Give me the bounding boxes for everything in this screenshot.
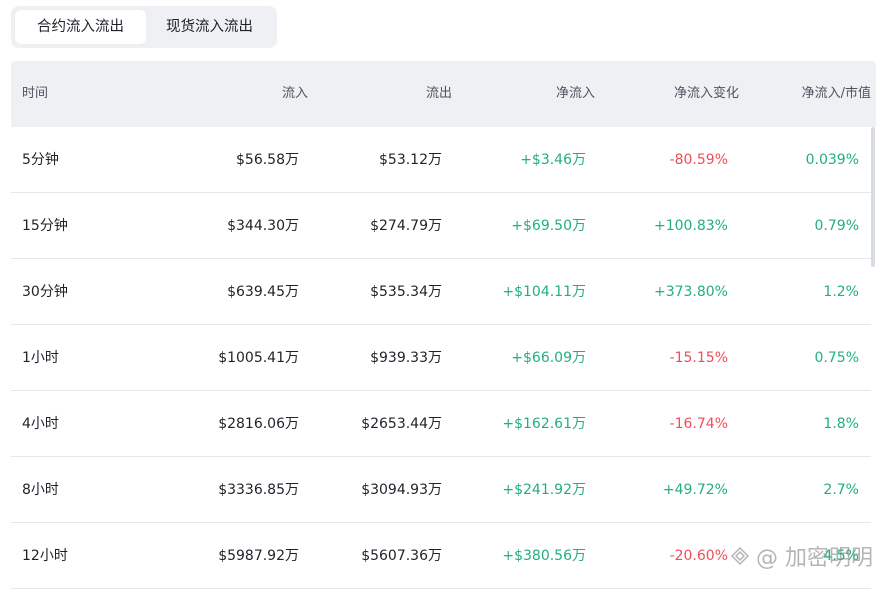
- flow-table: 时间 流入 流出 净流入 净流入变化 净流入/市值 5分钟 $56.58万 $53.…: [11, 61, 876, 589]
- table-row: 8小时 $3336.85万 $3094.93万 +$241.92万 +49.72% 2.7…: [11, 457, 871, 523]
- flow-type-tabs: 合约流入流出 现货流入流出: [11, 6, 277, 48]
- tab-spot-flow[interactable]: 现货流入流出: [146, 10, 273, 44]
- net-market-cap-cell: 0.79%: [814, 218, 859, 234]
- header-net-market-cap: 净流入/市值: [801, 86, 871, 101]
- watermark: @ 加密明明: [730, 540, 873, 572]
- net-market-cap-cell: 0.039%: [805, 152, 859, 168]
- net-market-cap-cell: 1.8%: [823, 416, 859, 432]
- table-row: 30分钟 $639.45万 $535.34万 +$104.11万 +373.80% 1.2…: [11, 259, 871, 325]
- net-market-cap-cell: 2.7%: [823, 482, 859, 498]
- table-header: 时间 流入 流出 净流入 净流入变化 净流入/市值: [11, 61, 876, 127]
- scrollbar[interactable]: [871, 127, 875, 267]
- table-row: 4小时 $2816.06万 $2653.44万 +$162.61万 -16.74% 1.8…: [11, 391, 871, 457]
- watermark-text: @ 加密明明: [756, 546, 873, 571]
- table-row: 15分钟 $344.30万 $274.79万 +$69.50万 +100.83% 0.79…: [11, 193, 871, 259]
- diamond-logo-icon: [730, 546, 750, 566]
- table-row: 1小时 $1005.41万 $939.33万 +$66.09万 -15.15% 0.75%: [11, 325, 871, 391]
- tab-contract-flow[interactable]: 合约流入流出: [15, 10, 146, 44]
- net-market-cap-cell: 0.75%: [814, 350, 859, 366]
- net-market-cap-cell: 1.2%: [823, 284, 859, 300]
- table-row: 5分钟 $56.58万 $53.12万 +$3.46万 -80.59% 0.039%: [11, 127, 871, 193]
- table-body: 5分钟 $56.58万 $53.12万 +$3.46万 -80.59% 0.039% 15分…: [11, 127, 876, 589]
